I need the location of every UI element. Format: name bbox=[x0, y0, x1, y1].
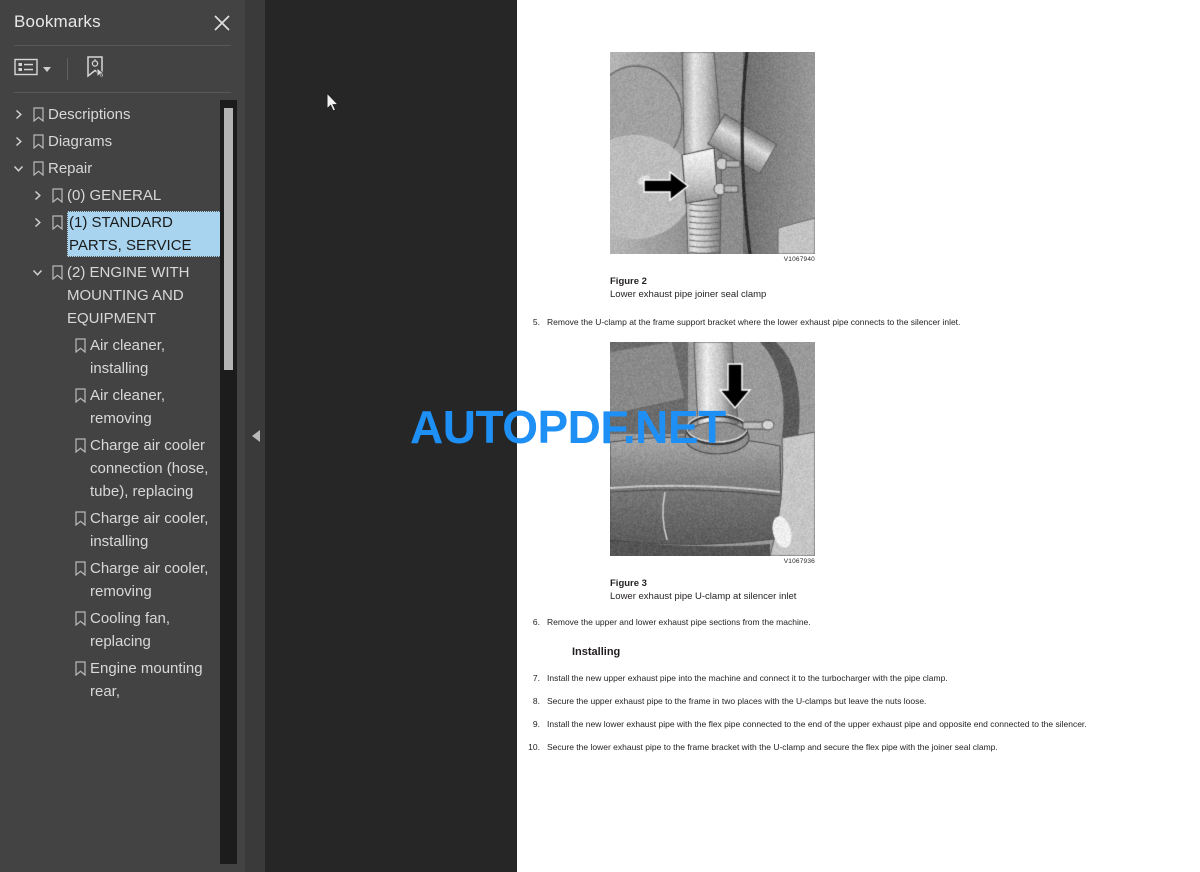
bookmark-item-air-cleaner-installing[interactable]: Air cleaner, installing bbox=[0, 332, 228, 382]
step-item: 6. Remove the upper and lower exhaust pi… bbox=[517, 616, 1200, 628]
step-text: Secure the upper exhaust pipe to the fra… bbox=[547, 696, 927, 706]
chevron-right-icon[interactable] bbox=[27, 184, 47, 206]
step-item: 8. Secure the upper exhaust pipe to the … bbox=[517, 695, 1200, 707]
bookmark-item-label: (0) GENERAL bbox=[67, 187, 162, 204]
bookmark-item-air-cleaner-removing[interactable]: Air cleaner, removing bbox=[0, 382, 228, 432]
bookmark-icon bbox=[70, 334, 90, 356]
panel-title: Bookmarks bbox=[14, 12, 101, 31]
bookmark-icon bbox=[70, 384, 90, 406]
bookmark-icon bbox=[70, 657, 90, 679]
page-content: V1067940 Figure 2 Lower exhaust pipe joi… bbox=[517, 0, 1200, 753]
bookmark-icon bbox=[47, 211, 67, 233]
figure-image bbox=[610, 342, 815, 556]
bookmark-item-label: Charge air cooler, removing bbox=[90, 560, 209, 600]
bookmark-item-charge-air-cooler-removing[interactable]: Charge air cooler, removing bbox=[0, 555, 228, 605]
chevron-down-icon bbox=[43, 66, 51, 72]
section-heading: Installing bbox=[572, 646, 621, 658]
bookmark-item-0-general[interactable]: (0) GENERAL bbox=[0, 182, 228, 209]
bookmark-icon bbox=[28, 130, 48, 152]
bookmarks-toolbar bbox=[0, 46, 245, 92]
step-number: 6. bbox=[532, 617, 540, 627]
figure-block: V1067940 Figure 2 Lower exhaust pipe joi… bbox=[517, 0, 1200, 300]
figure-caption-title: Figure 3 bbox=[610, 578, 647, 589]
chevron-down-icon[interactable] bbox=[27, 261, 47, 283]
bookmark-item-label: Air cleaner, removing bbox=[90, 387, 166, 427]
bookmark-item-label: Cooling fan, replacing bbox=[90, 610, 171, 650]
step-number: 8. bbox=[532, 696, 540, 706]
bookmark-item-label: (1) STANDARD PARTS, SERVICE bbox=[67, 211, 228, 257]
bookmark-item-repair[interactable]: Repair bbox=[0, 155, 228, 182]
bookmark-item-charge-air-cooler-connection-hose-[interactable]: Charge air cooler connection (hose, tube… bbox=[0, 432, 228, 505]
bookmark-icon bbox=[28, 103, 48, 125]
bookmarks-panel-header: Bookmarks bbox=[0, 0, 245, 45]
bookmark-item-label: Engine mounting rear, bbox=[90, 660, 203, 700]
step-text: Remove the upper and lower exhaust pipe … bbox=[547, 617, 811, 627]
bookmark-item-charge-air-cooler-installing[interactable]: Charge air cooler, installing bbox=[0, 505, 228, 555]
bookmark-item-cooling-fan-replacing[interactable]: Cooling fan, replacing bbox=[0, 605, 228, 655]
step-item: 7. Install the new upper exhaust pipe in… bbox=[517, 672, 1200, 684]
bookmark-item-diagrams[interactable]: Diagrams bbox=[0, 128, 228, 155]
figure-block: V1067936 Figure 3 Lower exhaust pipe U-c… bbox=[517, 328, 1200, 602]
step-text: Install the new upper exhaust pipe into … bbox=[547, 673, 948, 683]
bookmark-item-2-engine-with-mounting-and-equipme[interactable]: (2) ENGINE WITH MOUNTING AND EQUIPMENT bbox=[0, 259, 228, 332]
bookmarks-scrollbar-thumb[interactable] bbox=[224, 108, 233, 370]
chevron-right-icon[interactable] bbox=[8, 103, 28, 125]
list-options-button[interactable] bbox=[14, 55, 51, 83]
bookmark-item-label: Charge air cooler, installing bbox=[90, 510, 209, 550]
bookmark-item-descriptions[interactable]: Descriptions bbox=[0, 101, 228, 128]
chevron-right-icon[interactable] bbox=[27, 211, 47, 233]
list-options-icon bbox=[14, 58, 38, 81]
step-item: 5. Remove the U-clamp at the frame suppo… bbox=[517, 316, 1200, 328]
chevron-right-icon[interactable] bbox=[8, 130, 28, 152]
chevron-down-icon[interactable] bbox=[8, 157, 28, 179]
figure-caption-title: Figure 2 bbox=[610, 276, 647, 287]
step-number: 9. bbox=[532, 719, 540, 729]
step-text: Secure the lower exhaust pipe to the fra… bbox=[547, 742, 998, 752]
bookmarks-tree: Descriptions Diagrams Repair (0) GENERAL (1)… bbox=[0, 93, 228, 705]
bookmark-icon bbox=[47, 261, 67, 283]
bookmark-item-label: Descriptions bbox=[48, 106, 131, 123]
step-text: Remove the U-clamp at the frame support … bbox=[547, 317, 961, 327]
bookmark-item-label: Air cleaner, installing bbox=[90, 337, 166, 377]
figure-caption-text: Lower exhaust pipe U-clamp at silencer i… bbox=[610, 591, 797, 602]
figure-id: V1067936 bbox=[783, 558, 815, 565]
bookmark-icon bbox=[70, 434, 90, 456]
triangle-left-icon bbox=[252, 430, 260, 442]
bookmark-item-label: Charge air cooler connection (hose, tube… bbox=[90, 437, 209, 500]
step-number: 10. bbox=[528, 742, 540, 752]
bookmarks-panel: Bookmarks Descriptions Diagrams Repair (… bbox=[0, 0, 245, 872]
pdf-page: V1067940 Figure 2 Lower exhaust pipe joi… bbox=[517, 0, 1200, 872]
bookmark-item-1-standard-parts-service[interactable]: (1) STANDARD PARTS, SERVICE bbox=[0, 209, 228, 259]
pdf-viewer-window: Bookmarks Descriptions Diagrams Repair (… bbox=[0, 0, 1200, 872]
close-icon[interactable] bbox=[211, 12, 233, 34]
step-text: Install the new lower exhaust pipe with … bbox=[547, 719, 1087, 729]
bookmark-item-label: Diagrams bbox=[48, 133, 113, 150]
bookmarks-tree-scroll-area: Descriptions Diagrams Repair (0) GENERAL (1)… bbox=[0, 93, 245, 872]
figure-photo bbox=[610, 52, 815, 254]
bookmarks-scrollbar[interactable] bbox=[220, 100, 237, 864]
collapse-sidebar-handle[interactable] bbox=[248, 418, 264, 454]
bookmark-item-label: Repair bbox=[48, 160, 93, 177]
figure-caption-text: Lower exhaust pipe joiner seal clamp bbox=[610, 289, 767, 300]
bookmark-icon bbox=[70, 557, 90, 579]
figure-image bbox=[610, 52, 815, 254]
step-number: 5. bbox=[532, 317, 540, 327]
toolbar-separator bbox=[67, 58, 68, 80]
step-item: 10. Secure the lower exhaust pipe to the… bbox=[517, 741, 1200, 753]
new-bookmark-icon bbox=[84, 55, 106, 84]
step-number: 7. bbox=[532, 673, 540, 683]
bookmark-icon bbox=[70, 507, 90, 529]
bookmark-item-label: (2) ENGINE WITH MOUNTING AND EQUIPMENT bbox=[67, 264, 190, 327]
figure-id: V1067940 bbox=[783, 256, 815, 263]
step-item: 9. Install the new lower exhaust pipe wi… bbox=[517, 718, 1200, 730]
bookmark-icon bbox=[70, 607, 90, 629]
bookmark-icon bbox=[47, 184, 67, 206]
figure-photo bbox=[610, 342, 815, 556]
bookmark-item-engine-mounting-rear[interactable]: Engine mounting rear, bbox=[0, 655, 228, 705]
bookmark-icon bbox=[28, 157, 48, 179]
new-bookmark-button[interactable] bbox=[84, 55, 106, 83]
